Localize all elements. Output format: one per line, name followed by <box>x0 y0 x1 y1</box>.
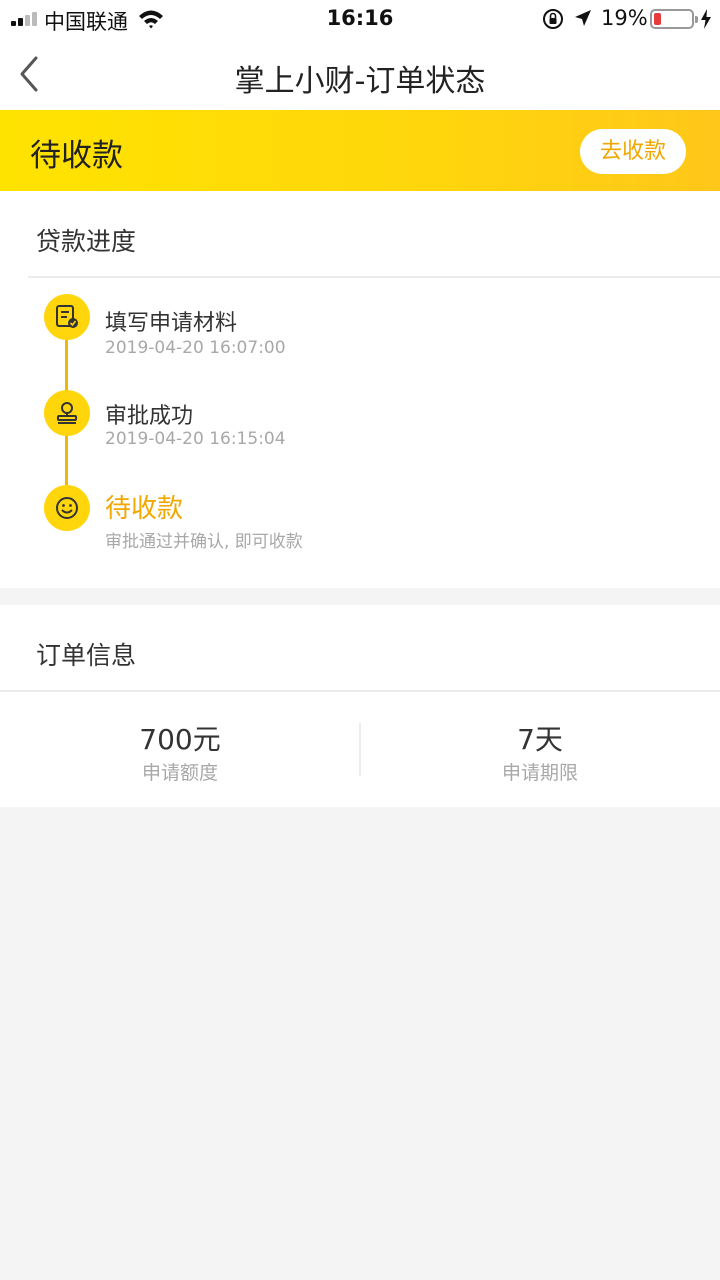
loan-term-value: 7天 <box>517 723 563 756</box>
progress-section-title: 贷款进度 <box>36 227 137 256</box>
step-icon-badge <box>44 485 90 531</box>
step-detail: 审批通过并确认, 即可收款 <box>105 532 303 552</box>
step-icon-badge <box>44 294 90 340</box>
location-arrow-icon <box>575 10 591 26</box>
order-status-banner: 待收款 去收款 <box>0 110 720 191</box>
nav-bar: 掌上小财-订单状态 <box>0 38 720 110</box>
document-check-icon <box>56 305 78 328</box>
step-title-current: 待收款 <box>105 494 184 524</box>
step-icon-badge <box>44 390 90 436</box>
page-title: 掌上小财-订单状态 <box>234 64 486 99</box>
order-info-card: 订单信息 700元 申请额度 7天 申请期限 <box>0 605 720 807</box>
battery-icon <box>650 9 698 29</box>
rotation-lock-icon <box>543 9 563 29</box>
loan-term-label: 申请期限 <box>501 762 578 784</box>
battery-level <box>654 13 661 25</box>
order-status-label: 待收款 <box>30 138 123 174</box>
divider <box>28 276 720 278</box>
smile-icon <box>56 497 78 519</box>
step-time: 2019-04-20 16:07:00 <box>105 338 286 358</box>
loan-progress-card: 贷款进度 填写申请材料 2019-04-20 16:07:00 审批成功 201… <box>0 191 720 588</box>
loan-amount-value: 700元 <box>139 723 221 756</box>
charging-bolt-icon <box>701 9 711 29</box>
loan-amount-label: 申请额度 <box>141 762 218 784</box>
status-bar: 中国联通 16:16 19% <box>0 0 720 38</box>
step-time: 2019-04-20 16:15:04 <box>105 429 286 449</box>
step-title: 填写申请材料 <box>105 311 238 336</box>
battery-percent: 19% <box>601 6 648 30</box>
stamp-icon <box>57 402 77 424</box>
timeline-connector <box>65 433 68 488</box>
order-section-title: 订单信息 <box>36 641 137 670</box>
step-title: 审批成功 <box>105 404 194 429</box>
collect-payment-button[interactable]: 去收款 <box>580 129 686 174</box>
divider <box>0 690 720 692</box>
timeline-connector <box>65 340 68 392</box>
